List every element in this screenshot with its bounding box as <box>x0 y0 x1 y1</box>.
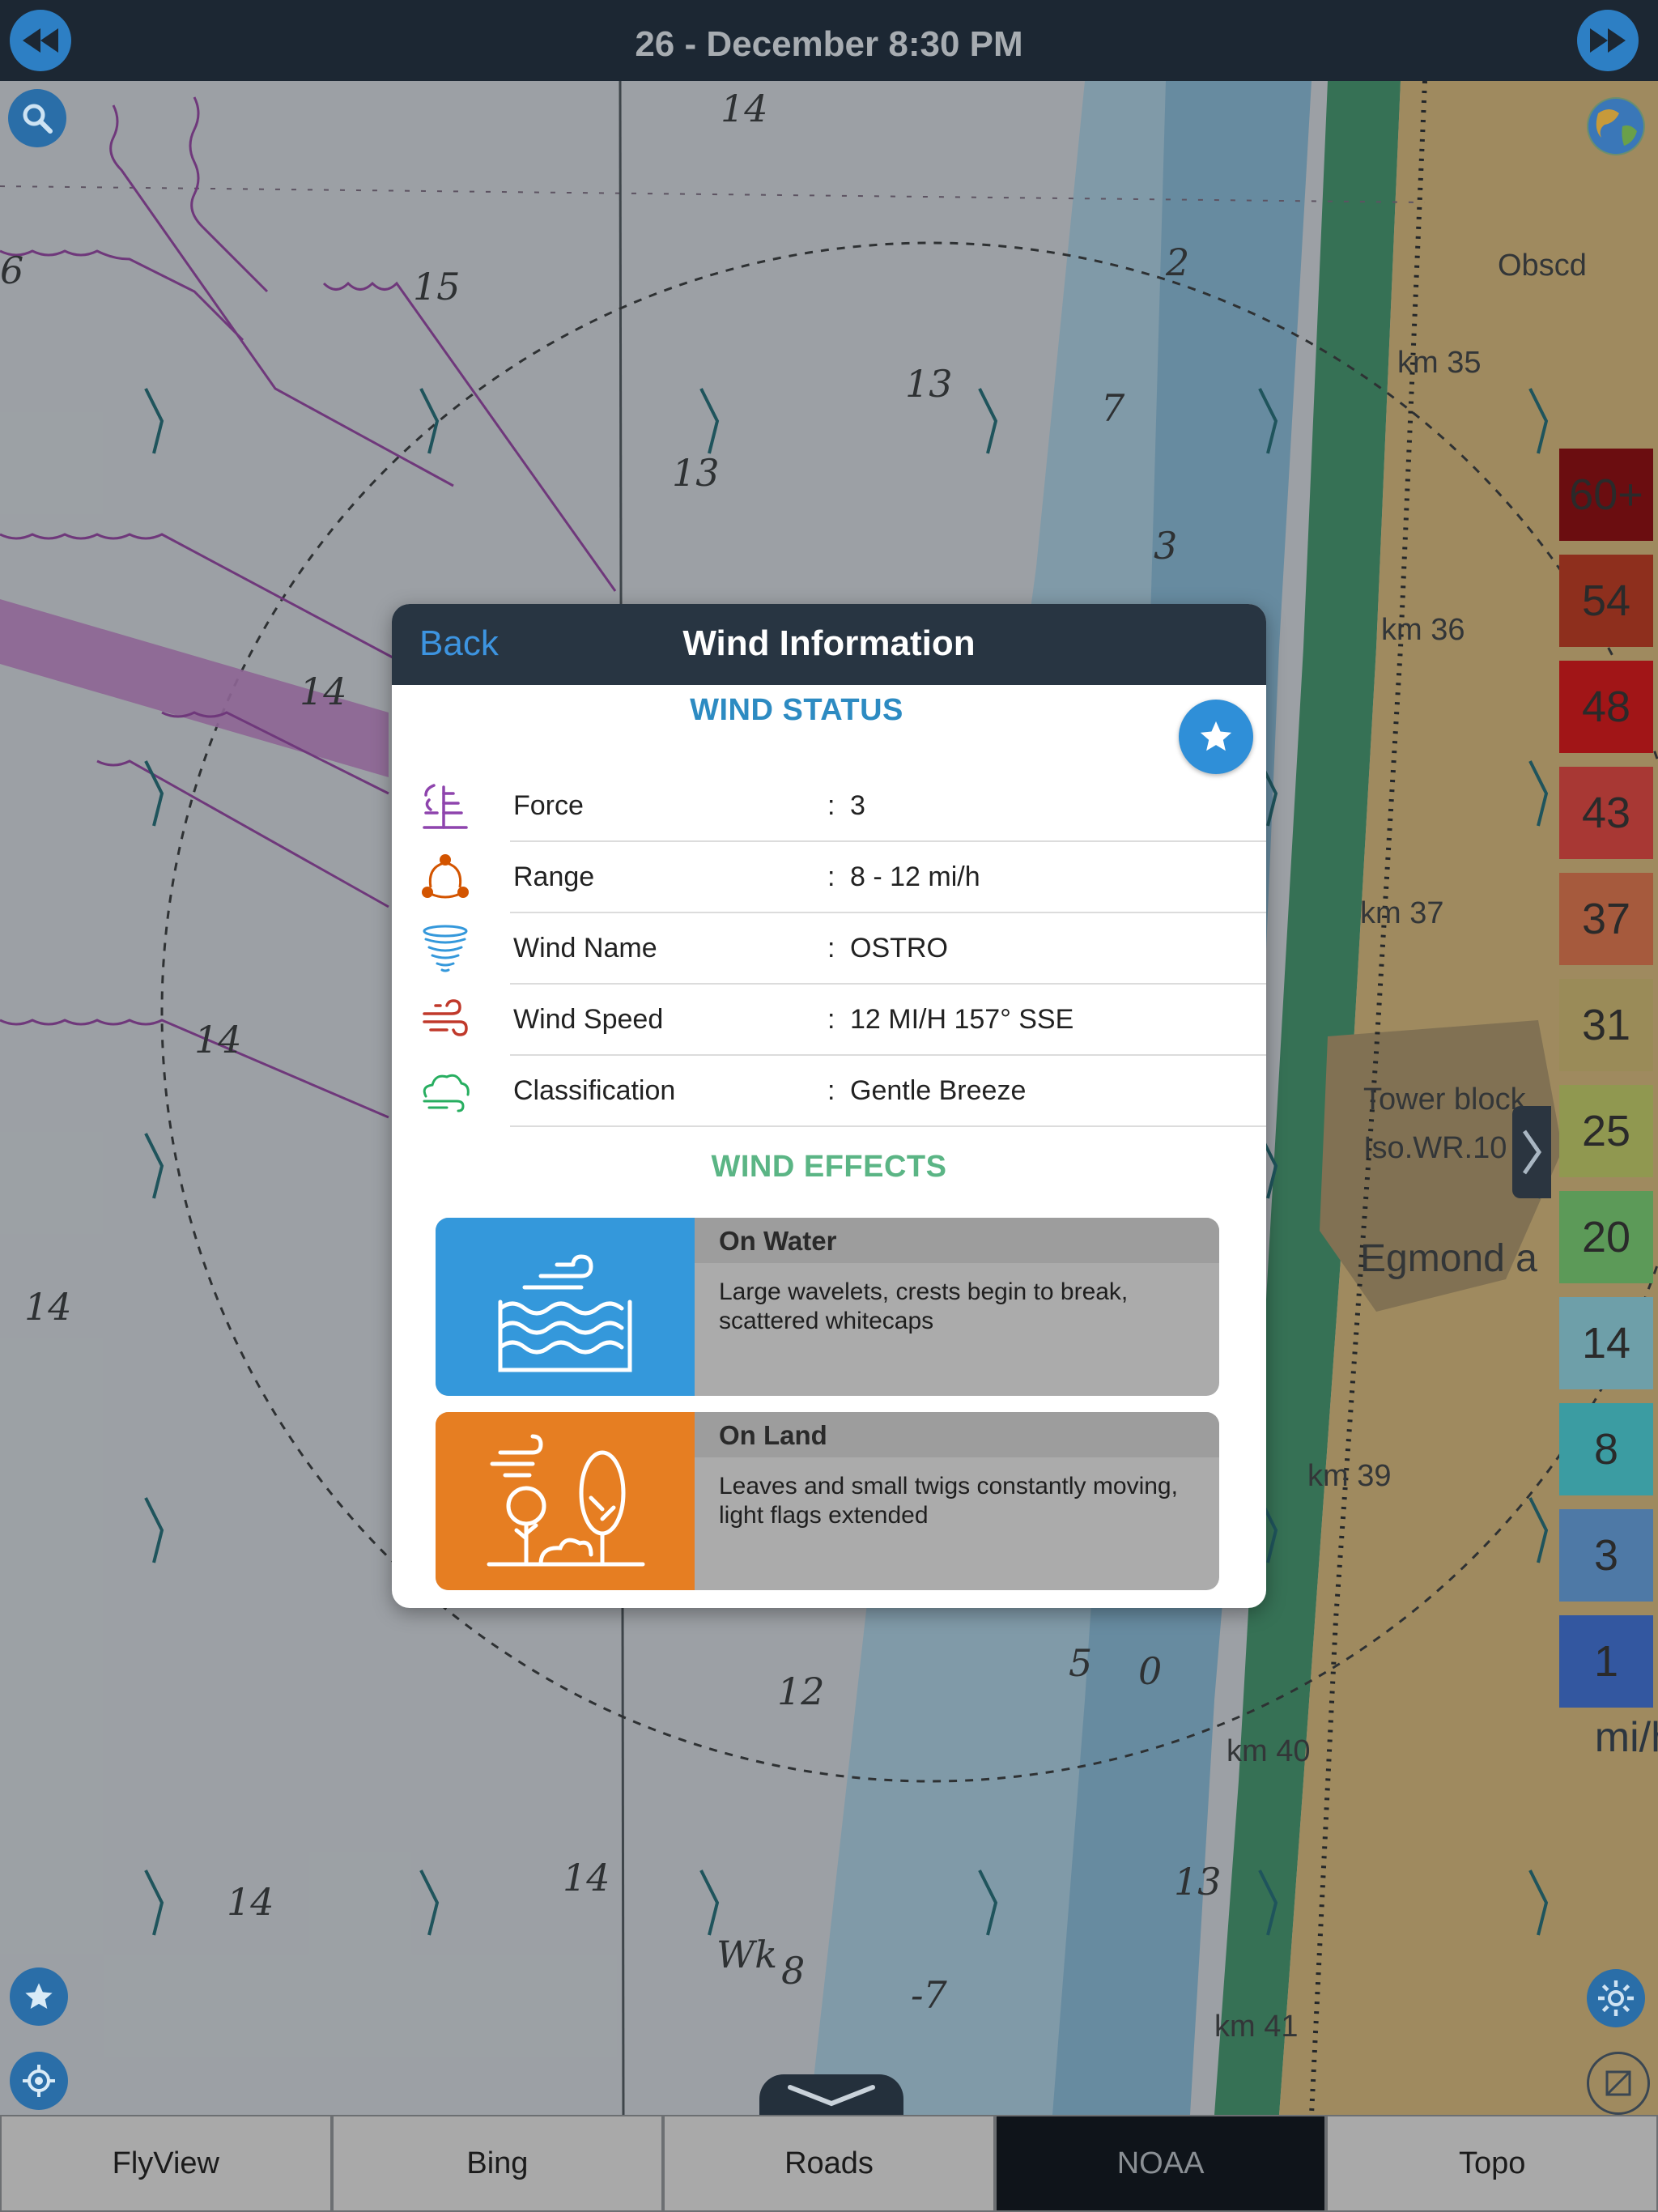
search-icon <box>23 104 53 134</box>
legend-item: 14 <box>1559 1297 1653 1389</box>
status-value: 8 - 12 mi/h <box>850 861 980 892</box>
legend-item: 31 <box>1559 979 1653 1071</box>
legend-item: 43 <box>1559 767 1653 859</box>
status-separator: : <box>827 790 835 821</box>
legend-item: 48 <box>1559 661 1653 753</box>
map-layer-icon <box>1605 2070 1631 2096</box>
status-separator: : <box>827 1004 835 1035</box>
tab-bing[interactable]: Bing <box>331 2115 664 2212</box>
land-panel <box>436 1412 695 1590</box>
legend-item: 25 <box>1559 1085 1653 1177</box>
row-divider <box>510 1125 1266 1127</box>
chevron-down-icon <box>788 2085 875 2107</box>
effect-description: Large wavelets, crests begin to break, s… <box>719 1278 1129 1334</box>
globe-button[interactable] <box>1587 97 1645 155</box>
legend-item: 3 <box>1559 1509 1653 1602</box>
status-label: Wind Name <box>513 933 657 963</box>
status-separator: : <box>827 933 835 963</box>
status-separator: : <box>827 861 835 892</box>
range-icon <box>422 854 469 899</box>
effect-title: On Land <box>719 1420 827 1450</box>
search-button[interactable] <box>8 89 66 147</box>
status-row-wind-name: Wind Name : OSTRO <box>392 913 1266 985</box>
map-type-tabs: FlyView Bing Roads NOAA Topo <box>0 2115 1658 2212</box>
force-plant-icon <box>423 784 468 829</box>
locate-button[interactable] <box>10 2052 68 2110</box>
effect-card-header: On Water <box>695 1218 1219 1263</box>
effect-description: Leaves and small twigs constantly moving… <box>719 1473 1178 1529</box>
cloud-wind-icon <box>423 1074 470 1112</box>
status-value: OSTRO <box>850 933 948 963</box>
fast-forward-button[interactable] <box>1577 10 1639 71</box>
legend-item: 60+ <box>1559 449 1653 541</box>
gear-icon <box>1598 1980 1634 2016</box>
status-value: 3 <box>850 790 865 821</box>
tab-roads[interactable]: Roads <box>663 2115 995 2212</box>
status-row-force: Force : 3 <box>392 771 1266 842</box>
legend-item: 54 <box>1559 555 1653 647</box>
effect-card-water: On Water Large wavelets, crests begin to… <box>436 1218 1219 1396</box>
water-waves-icon <box>498 1254 632 1372</box>
tab-noaa[interactable]: NOAA <box>994 2115 1327 2212</box>
status-value: Gentle Breeze <box>850 1075 1027 1106</box>
map-layer-button[interactable] <box>1587 2052 1650 2115</box>
legend-item: 20 <box>1559 1191 1653 1283</box>
status-label: Classification <box>513 1075 676 1106</box>
wind-information-dialog: Back Wind Information WIND STATUS Force … <box>392 604 1266 1608</box>
water-panel <box>436 1218 695 1396</box>
status-label: Wind Speed <box>513 1004 664 1035</box>
favorite-star-button[interactable] <box>1179 700 1253 774</box>
dialog-header: Back Wind Information <box>392 604 1266 685</box>
dialog-title: Wind Information <box>682 623 976 663</box>
effect-card-land: On Land Leaves and small twigs constantl… <box>436 1412 1219 1590</box>
tab-topo[interactable]: Topo <box>1326 2115 1658 2212</box>
star-icon <box>1200 721 1232 751</box>
bottom-drawer-handle[interactable] <box>759 2074 903 2115</box>
wind-speed-legend: 60+ 54 48 43 37 31 25 20 14 8 3 1 <box>1559 449 1653 1721</box>
legend-unit-label: mi/h <box>1594 1714 1658 1761</box>
status-row-wind-speed: Wind Speed : 12 MI/H 157° SSE <box>392 985 1266 1056</box>
wind-effects-heading: WIND EFFECTS <box>711 1150 947 1184</box>
settings-button[interactable] <box>1587 1969 1645 2027</box>
star-icon <box>25 1983 53 2009</box>
status-value: 12 MI/H 157° SSE <box>850 1004 1074 1035</box>
status-label: Force <box>513 790 584 821</box>
trees-wind-icon <box>487 1434 645 1567</box>
top-bar: 26 - December 8:30 PM <box>0 0 1658 81</box>
chevron-right-icon <box>1522 1129 1542 1175</box>
fast-forward-icon <box>1590 28 1626 53</box>
effect-card-header: On Land <box>695 1412 1219 1457</box>
legend-item: 37 <box>1559 873 1653 965</box>
status-row-classification: Classification : Gentle Breeze <box>392 1056 1266 1127</box>
status-row-range: Range : 8 - 12 mi/h <box>392 842 1266 913</box>
tornado-icon <box>423 925 468 972</box>
status-separator: : <box>827 1075 835 1106</box>
wind-speed-icon <box>423 999 468 1036</box>
legend-item: 1 <box>1559 1615 1653 1708</box>
legend-item: 8 <box>1559 1403 1653 1495</box>
effect-title: On Water <box>719 1226 837 1256</box>
crosshair-icon <box>23 2065 55 2097</box>
favorites-button[interactable] <box>10 1967 68 2026</box>
status-label: Range <box>513 861 595 892</box>
date-time-label: 26 - December 8:30 PM <box>635 24 1023 64</box>
side-panel-toggle[interactable] <box>1512 1106 1551 1198</box>
wind-status-heading: WIND STATUS <box>690 693 903 727</box>
globe-icon <box>1588 99 1643 154</box>
tab-flyview[interactable]: FlyView <box>0 2115 332 2212</box>
